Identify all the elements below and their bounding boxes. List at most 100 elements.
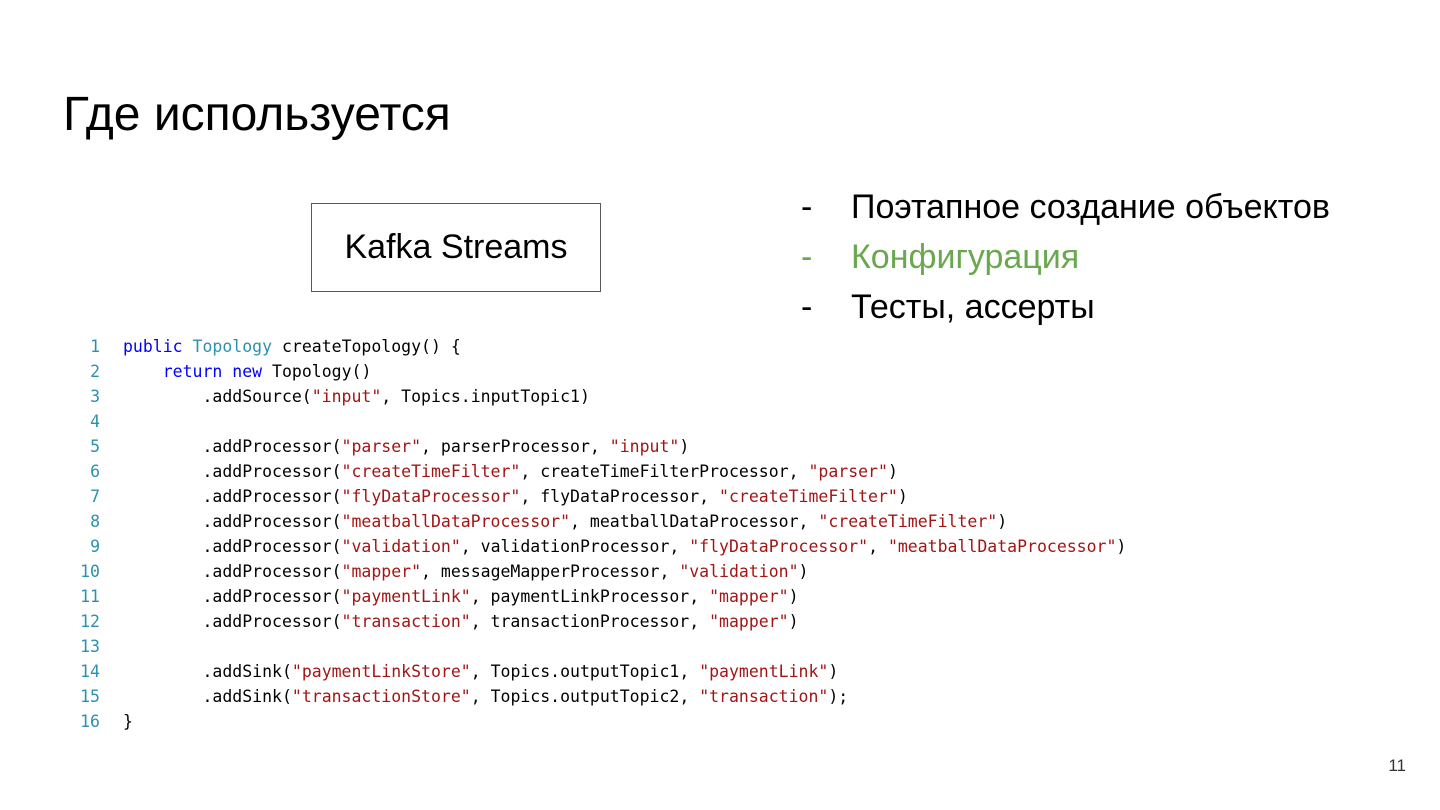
code-token: , createTimeFilterProcessor,: [520, 462, 809, 481]
code-token: .addProcessor(: [123, 612, 342, 631]
bullet-text: Тесты, ассерты: [851, 287, 1095, 326]
string-literal: "flyDataProcessor": [341, 487, 521, 506]
code-token: , Topics.outputTopic2,: [470, 687, 700, 706]
code-text: .addSink("paymentLinkStore", Topics.outp…: [123, 659, 838, 684]
bullet-dash: -: [801, 287, 813, 326]
keyword: new: [232, 362, 263, 381]
bullet-item: - Тесты, ассерты: [801, 282, 1330, 332]
string-literal: "meatballDataProcessor": [887, 537, 1117, 556]
code-line: 1 public Topology createTopology() {: [60, 334, 1126, 359]
string-literal: "transaction": [699, 687, 829, 706]
code-token: , transactionProcessor,: [470, 612, 710, 631]
line-number: 10: [80, 562, 100, 581]
code-token: ): [679, 437, 690, 456]
code-token: ,: [868, 537, 888, 556]
string-literal: "mapper": [341, 562, 422, 581]
slide-title: Где используется: [63, 88, 451, 141]
line-number: 13: [80, 637, 100, 656]
code-token: ): [798, 562, 809, 581]
code-token: }: [123, 712, 133, 731]
code-line: 10 .addProcessor("mapper", messageMapper…: [60, 559, 1126, 584]
code-text: .addProcessor("createTimeFilter", create…: [123, 459, 898, 484]
bullet-text: Конфигурация: [851, 237, 1080, 276]
string-literal: "meatballDataProcessor": [341, 512, 571, 531]
code-line: 12 .addProcessor("transaction", transact…: [60, 609, 1126, 634]
bullet-dash: -: [801, 237, 813, 276]
code-token: createTopology() {: [272, 337, 461, 356]
string-literal: "paymentLink": [699, 662, 829, 681]
kafka-streams-box: Kafka Streams: [311, 203, 601, 292]
line-number: 7: [90, 487, 100, 506]
string-literal: "flyDataProcessor": [689, 537, 869, 556]
code-token: ): [788, 612, 799, 631]
line-number: 8: [90, 512, 100, 531]
code-token: ): [788, 587, 799, 606]
code-text: public Topology createTopology() {: [123, 334, 461, 359]
line-number: 16: [80, 712, 100, 731]
code-token: .addProcessor(: [123, 537, 342, 556]
string-literal: "createTimeFilter": [341, 462, 521, 481]
code-line: 14 .addSink("paymentLinkStore", Topics.o…: [60, 659, 1126, 684]
string-literal: "input": [311, 387, 382, 406]
page-number: 11: [1388, 756, 1406, 775]
line-number: 11: [80, 587, 100, 606]
code-token: ): [887, 462, 898, 481]
line-number: 12: [80, 612, 100, 631]
string-literal: "parser": [808, 462, 888, 481]
bullet-text: Поэтапное создание объектов: [851, 187, 1330, 226]
code-line: 6 .addProcessor("createTimeFilter", crea…: [60, 459, 1126, 484]
code-token: ): [997, 512, 1008, 531]
code-text: .addProcessor("flyDataProcessor", flyDat…: [123, 484, 908, 509]
string-literal: "paymentLinkStore": [291, 662, 471, 681]
code-token: , messageMapperProcessor,: [421, 562, 680, 581]
code-token: , flyDataProcessor,: [520, 487, 720, 506]
code-line: 8 .addProcessor("meatballDataProcessor",…: [60, 509, 1126, 534]
line-number: 15: [80, 687, 100, 706]
code-line: 15 .addSink("transactionStore", Topics.o…: [60, 684, 1126, 709]
bullet-item-highlighted: - Конфигурация: [801, 232, 1330, 282]
code-line: 13: [60, 634, 1126, 659]
code-token: , validationProcessor,: [460, 537, 690, 556]
keyword: public: [123, 337, 183, 356]
code-line: 2 return new Topology(): [60, 359, 1126, 384]
code-text: .addProcessor("transaction", transaction…: [123, 609, 799, 634]
string-literal: "mapper": [709, 612, 789, 631]
code-token: , Topics.inputTopic1): [381, 387, 590, 406]
code-token: , paymentLinkProcessor,: [470, 587, 710, 606]
line-number: 6: [90, 462, 100, 481]
string-literal: "validation": [341, 537, 461, 556]
line-number: 14: [80, 662, 100, 681]
code-token: ): [1116, 537, 1127, 556]
string-literal: "createTimeFilter": [818, 512, 998, 531]
code-token: , parserProcessor,: [421, 437, 610, 456]
string-literal: "input": [609, 437, 680, 456]
code-token: , Topics.outputTopic1,: [470, 662, 700, 681]
code-text: .addProcessor("meatballDataProcessor", m…: [123, 509, 1007, 534]
code-text: .addProcessor("paymentLink", paymentLink…: [123, 584, 799, 609]
code-line: 3 .addSource("input", Topics.inputTopic1…: [60, 384, 1126, 409]
string-literal: "createTimeFilter": [719, 487, 898, 506]
code-block: 1 public Topology createTopology() {2 ret…: [60, 334, 1126, 734]
code-token: );: [828, 687, 849, 706]
string-literal: "mapper": [709, 587, 789, 606]
code-text: .addSource("input", Topics.inputTopic1): [123, 384, 590, 409]
code-line: 16}: [60, 709, 1126, 734]
code-token: .addProcessor(: [123, 512, 342, 531]
code-line: 7 .addProcessor("flyDataProcessor", flyD…: [60, 484, 1126, 509]
code-token: .addSource(: [123, 387, 312, 406]
code-text: return new Topology(): [123, 359, 372, 384]
kafka-streams-label: Kafka Streams: [344, 228, 568, 266]
code-line: 5 .addProcessor("parser", parserProcesso…: [60, 434, 1126, 459]
code-text: }: [123, 709, 133, 734]
code-text: .addProcessor("validation", validationPr…: [123, 534, 1126, 559]
string-literal: "paymentLink": [341, 587, 471, 606]
code-token: ): [897, 487, 908, 506]
code-text: .addProcessor("mapper", messageMapperPro…: [123, 559, 808, 584]
code-token: ): [828, 662, 839, 681]
string-literal: "validation": [679, 562, 799, 581]
line-number: 3: [90, 387, 100, 406]
string-literal: "parser": [341, 437, 422, 456]
code-text: .addSink("transactionStore", Topics.outp…: [123, 684, 848, 709]
